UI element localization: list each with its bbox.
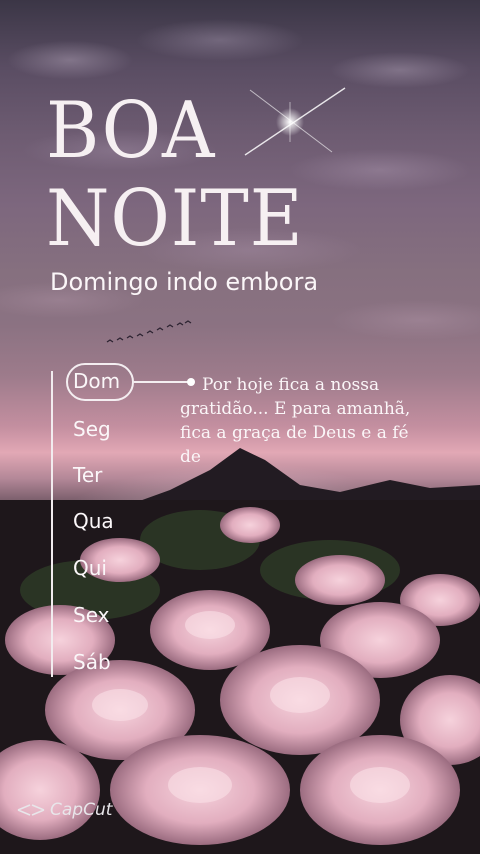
day-qua[interactable]: Qua	[73, 509, 114, 533]
day-sex[interactable]: Sex	[73, 603, 109, 627]
sparkle-icon	[244, 87, 346, 156]
capcut-watermark: CapCut	[16, 800, 112, 820]
title-line-2: NOITE	[46, 174, 304, 264]
capcut-logo-icon	[17, 804, 45, 816]
watermark-text: CapCut	[50, 800, 113, 820]
subtitle: Domingo indo embora	[50, 268, 319, 296]
night-message: Por hoje fica a nossa gratidão... E para…	[180, 375, 411, 467]
birds-icon	[106, 320, 192, 343]
story-screen: BOA NOITE Domingo indo embora Dom Seg Te…	[0, 0, 480, 854]
day-qui[interactable]: Qui	[73, 556, 107, 580]
day-seg[interactable]: Seg	[73, 417, 111, 441]
day-dom[interactable]: Dom	[73, 369, 120, 393]
day-ter[interactable]: Ter	[73, 463, 102, 487]
day-timeline	[51, 371, 53, 677]
day-sab[interactable]: Sáb	[73, 650, 111, 674]
title-line-1: BOA	[46, 86, 216, 176]
